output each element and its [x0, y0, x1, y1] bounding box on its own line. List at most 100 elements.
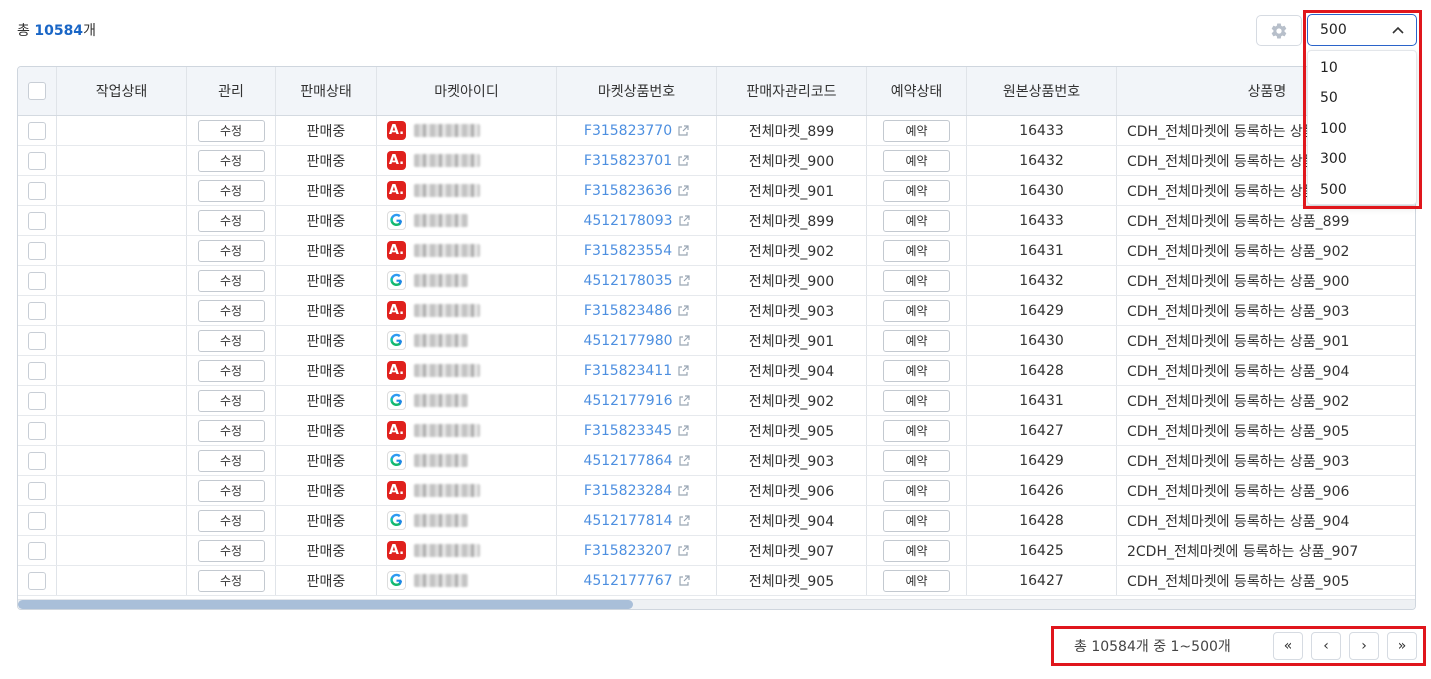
market-product-no[interactable]: 4512177980: [583, 333, 672, 349]
market-product-link[interactable]: F315823411: [584, 363, 689, 379]
market-product-no[interactable]: F315823554: [584, 243, 672, 259]
page-size-select[interactable]: 500: [1307, 14, 1417, 46]
edit-button[interactable]: 수정: [197, 539, 265, 562]
market-product-no[interactable]: F315823207: [584, 543, 672, 559]
edit-button[interactable]: 수정: [197, 209, 265, 232]
market-product-no[interactable]: F315823701: [584, 153, 672, 169]
market-product-link[interactable]: 4512177767: [583, 573, 690, 589]
edit-button[interactable]: 수정: [197, 119, 265, 142]
reserve-button[interactable]: 예약: [883, 239, 950, 262]
market-product-link[interactable]: F315823284: [584, 483, 689, 499]
row-checkbox[interactable]: [28, 391, 46, 410]
market-product-no[interactable]: 4512177767: [583, 573, 672, 589]
reserve-button[interactable]: 예약: [883, 359, 950, 382]
header-original-product-no[interactable]: 원본상품번호: [967, 67, 1117, 115]
edit-button[interactable]: 수정: [197, 569, 265, 592]
edit-button[interactable]: 수정: [197, 179, 265, 202]
market-product-no[interactable]: F315823411: [584, 363, 672, 379]
header-manage[interactable]: 관리: [187, 67, 276, 115]
reserve-button[interactable]: 예약: [883, 479, 950, 502]
market-product-link[interactable]: F315823701: [584, 153, 689, 169]
external-link-icon[interactable]: [677, 124, 689, 137]
market-product-link[interactable]: F315823207: [584, 543, 689, 559]
reserve-button[interactable]: 예약: [883, 449, 950, 472]
row-checkbox[interactable]: [28, 271, 46, 290]
first-page-button[interactable]: «: [1273, 632, 1303, 660]
row-checkbox[interactable]: [28, 121, 46, 140]
prev-page-button[interactable]: ‹: [1311, 632, 1341, 660]
row-checkbox[interactable]: [28, 541, 46, 560]
edit-button[interactable]: 수정: [197, 359, 265, 382]
header-seller-code[interactable]: 판매자관리코드: [717, 67, 867, 115]
external-link-icon[interactable]: [678, 334, 690, 347]
market-product-link[interactable]: 4512178035: [583, 273, 690, 289]
reserve-button[interactable]: 예약: [883, 299, 950, 322]
reserve-button[interactable]: 예약: [883, 179, 950, 202]
page-size-option-100[interactable]: 100: [1308, 114, 1416, 144]
reserve-button[interactable]: 예약: [883, 389, 950, 412]
market-product-no[interactable]: 4512177864: [583, 453, 672, 469]
external-link-icon[interactable]: [677, 154, 689, 167]
horizontal-scrollbar-thumb[interactable]: [18, 600, 633, 609]
next-page-button[interactable]: ›: [1349, 632, 1379, 660]
row-checkbox[interactable]: [28, 241, 46, 260]
market-product-no[interactable]: F315823345: [584, 423, 672, 439]
edit-button[interactable]: 수정: [197, 299, 265, 322]
edit-button[interactable]: 수정: [197, 239, 265, 262]
external-link-icon[interactable]: [678, 574, 690, 587]
reserve-button[interactable]: 예약: [883, 329, 950, 352]
row-checkbox[interactable]: [28, 151, 46, 170]
market-product-link[interactable]: 4512177814: [583, 513, 690, 529]
market-product-link[interactable]: 4512178093: [583, 213, 690, 229]
row-checkbox[interactable]: [28, 361, 46, 380]
external-link-icon[interactable]: [678, 454, 690, 467]
external-link-icon[interactable]: [677, 544, 689, 557]
page-size-option-50[interactable]: 50: [1308, 83, 1416, 113]
external-link-icon[interactable]: [678, 274, 690, 287]
market-product-no[interactable]: F315823770: [584, 123, 672, 139]
market-product-link[interactable]: 4512177980: [583, 333, 690, 349]
market-product-no[interactable]: 4512178035: [583, 273, 672, 289]
reserve-button[interactable]: 예약: [883, 269, 950, 292]
market-product-link[interactable]: F315823345: [584, 423, 689, 439]
external-link-icon[interactable]: [678, 514, 690, 527]
header-reservation-status[interactable]: 예약상태: [867, 67, 967, 115]
settings-button[interactable]: [1256, 15, 1302, 46]
edit-button[interactable]: 수정: [197, 269, 265, 292]
market-product-no[interactable]: F315823636: [584, 183, 672, 199]
horizontal-scrollbar[interactable]: [18, 599, 1415, 609]
edit-button[interactable]: 수정: [197, 149, 265, 172]
edit-button[interactable]: 수정: [197, 479, 265, 502]
row-checkbox[interactable]: [28, 571, 46, 590]
external-link-icon[interactable]: [677, 364, 689, 377]
edit-button[interactable]: 수정: [197, 419, 265, 442]
row-checkbox[interactable]: [28, 421, 46, 440]
external-link-icon[interactable]: [677, 184, 689, 197]
market-product-no[interactable]: 4512177916: [583, 393, 672, 409]
external-link-icon[interactable]: [677, 484, 689, 497]
market-product-no[interactable]: F315823486: [584, 303, 672, 319]
market-product-link[interactable]: F315823636: [584, 183, 689, 199]
edit-button[interactable]: 수정: [197, 389, 265, 412]
row-checkbox[interactable]: [28, 181, 46, 200]
row-checkbox[interactable]: [28, 301, 46, 320]
reserve-button[interactable]: 예약: [883, 569, 950, 592]
reserve-button[interactable]: 예약: [883, 209, 950, 232]
market-product-link[interactable]: F315823554: [584, 243, 689, 259]
market-product-link[interactable]: F315823486: [584, 303, 689, 319]
edit-button[interactable]: 수정: [197, 449, 265, 472]
select-all-checkbox[interactable]: [28, 82, 46, 100]
header-work-status[interactable]: 작업상태: [57, 67, 187, 115]
reserve-button[interactable]: 예약: [883, 149, 950, 172]
reserve-button[interactable]: 예약: [883, 119, 950, 142]
row-checkbox[interactable]: [28, 331, 46, 350]
market-product-link[interactable]: 4512177916: [583, 393, 690, 409]
edit-button[interactable]: 수정: [197, 329, 265, 352]
last-page-button[interactable]: »: [1387, 632, 1417, 660]
row-checkbox[interactable]: [28, 481, 46, 500]
reserve-button[interactable]: 예약: [883, 509, 950, 532]
external-link-icon[interactable]: [677, 424, 689, 437]
reserve-button[interactable]: 예약: [883, 419, 950, 442]
external-link-icon[interactable]: [678, 214, 690, 227]
external-link-icon[interactable]: [677, 244, 689, 257]
